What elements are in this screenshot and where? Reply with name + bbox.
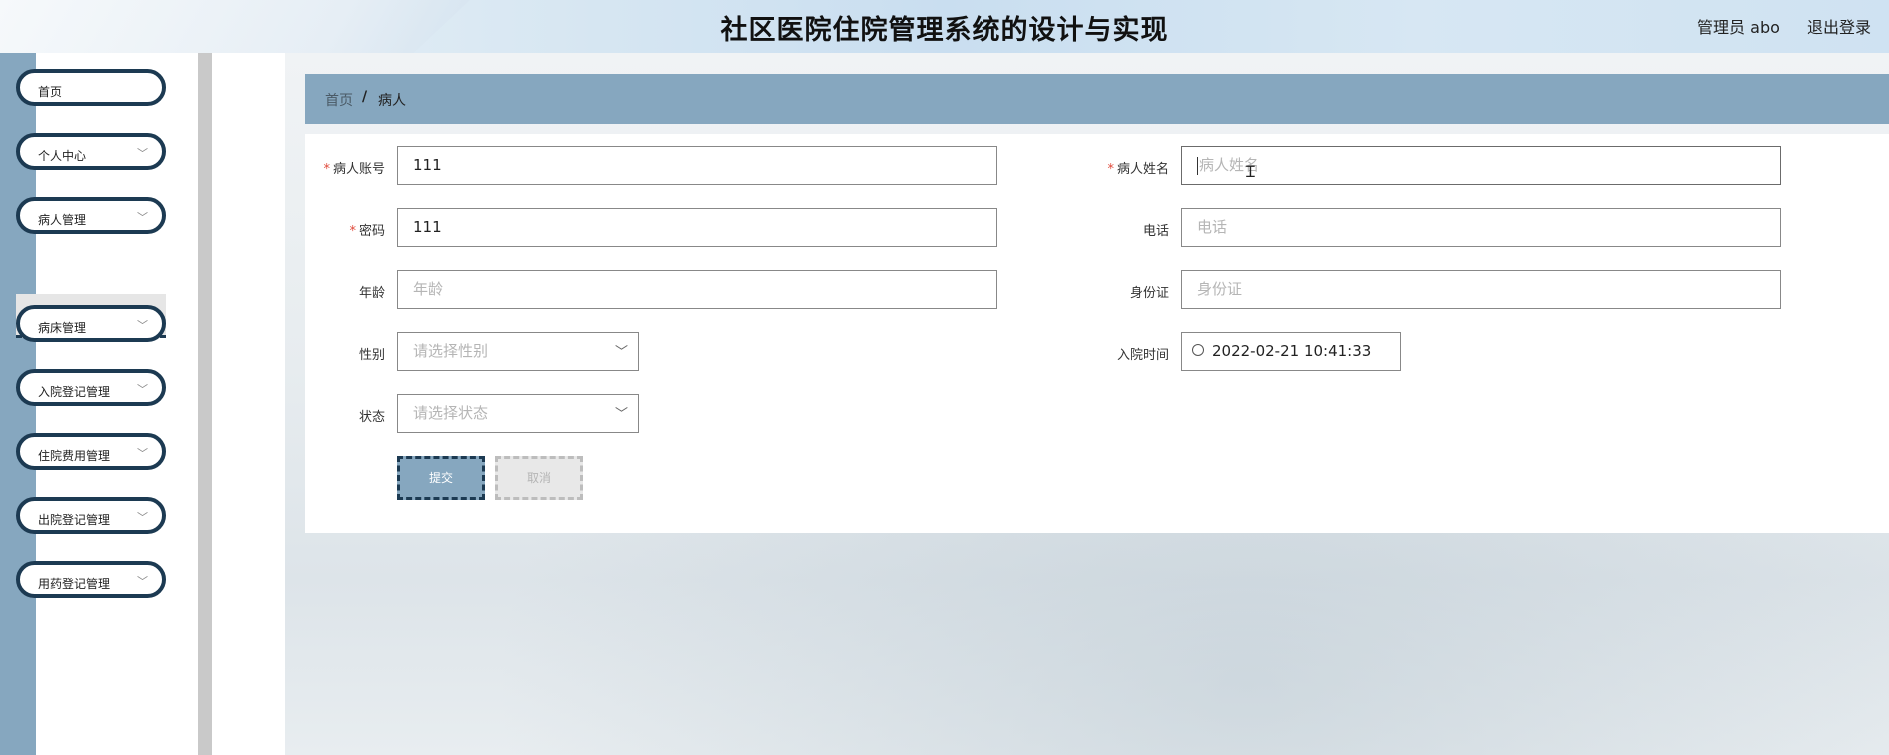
idcard-label: 身份证: [1129, 286, 1169, 301]
cancel-button[interactable]: 取消: [495, 456, 583, 500]
status-placeholder: 请选择状态: [413, 404, 489, 422]
sidebar: 首页 个人中心 ﹀ 病人管理 ﹀ 病人 病床管理 ﹀ 入院登记管理 ﹀ 住院费用…: [0, 53, 212, 755]
sidebar-item-label: 病床管理: [38, 321, 87, 335]
phone-input[interactable]: 电话: [1181, 208, 1781, 247]
submit-button[interactable]: 提交: [397, 456, 485, 500]
sidebar-item-medication[interactable]: 用药登记管理 ﹀: [16, 561, 166, 598]
admission-time-label: 入院时间: [1116, 348, 1169, 363]
gender-label: 性别: [358, 348, 385, 363]
logout-button[interactable]: 退出登录: [1807, 18, 1871, 37]
sidebar-item-discharge[interactable]: 出院登记管理 ﹀: [16, 497, 166, 534]
status-select[interactable]: 请选择状态 ﹀: [397, 394, 639, 433]
current-user: 管理员 abo: [1697, 18, 1780, 37]
page-title: 社区医院住院管理系统的设计与实现: [720, 15, 1169, 46]
admission-time-picker[interactable]: 2022-02-21 10:41:33: [1181, 332, 1401, 371]
breadcrumb-home[interactable]: 首页: [325, 90, 353, 110]
chevron-down-icon: ﹀: [137, 447, 148, 460]
age-input[interactable]: 年龄: [397, 270, 997, 309]
sidebar-item-admission[interactable]: 入院登记管理 ﹀: [16, 369, 166, 406]
sidebar-item-label: 出院登记管理: [38, 513, 111, 527]
sidebar-item-bed-management[interactable]: 病床管理 ﹀: [16, 305, 166, 342]
sidebar-item-personal-center[interactable]: 个人中心 ﹀: [16, 133, 166, 170]
sidebar-item-home[interactable]: 首页: [16, 69, 166, 106]
account-input[interactable]: 111: [397, 146, 997, 185]
gender-select[interactable]: 请选择性别 ﹀: [397, 332, 639, 371]
sidebar-divider: [198, 53, 212, 755]
status-label: 状态: [358, 410, 385, 425]
chevron-down-icon: ﹀: [137, 319, 148, 332]
chevron-down-icon: ﹀: [137, 211, 148, 224]
sidebar-item-patient-management[interactable]: 病人管理 ﹀: [16, 197, 166, 234]
sidebar-item-label: 住院费用管理: [38, 449, 111, 463]
phone-label: 电话: [1142, 224, 1169, 239]
chevron-down-icon: ﹀: [137, 147, 148, 160]
breadcrumb-current: 病人: [378, 93, 406, 109]
sidebar-item-label: 用药登记管理: [38, 577, 111, 591]
chevron-down-icon: ﹀: [614, 345, 628, 360]
sidebar-item-label: 病人管理: [38, 213, 87, 227]
app-header: 社区医院住院管理系统的设计与实现 管理员 abo 退出登录: [0, 0, 1889, 53]
clock-icon: [1192, 344, 1204, 356]
text-caret: [1197, 156, 1198, 175]
sidebar-item-label: 个人中心: [38, 149, 87, 163]
gender-placeholder: 请选择性别: [413, 342, 489, 360]
password-label: * 密码: [349, 224, 385, 239]
admission-time-value: 2022-02-21 10:41:33: [1212, 342, 1372, 360]
name-label: * 病人姓名: [1107, 162, 1169, 177]
password-input[interactable]: 111: [397, 208, 997, 247]
ibeam-cursor-icon: Ɪ: [1246, 162, 1255, 181]
sidebar-item-label: 入院登记管理: [38, 385, 111, 399]
header-user-area: 管理员 abo 退出登录: [1675, 14, 1871, 38]
chevron-down-icon: ﹀: [614, 407, 628, 422]
name-input[interactable]: 病人姓名: [1181, 146, 1781, 185]
idcard-input[interactable]: 身份证: [1181, 270, 1781, 309]
chevron-down-icon: ﹀: [137, 383, 148, 396]
breadcrumb-separator: /: [362, 89, 368, 105]
breadcrumb: 首页 / 病人: [305, 74, 1889, 124]
age-label: 年龄: [358, 286, 385, 301]
sidebar-item-label: 首页: [38, 85, 63, 99]
sidebar-item-fees[interactable]: 住院费用管理 ﹀: [16, 433, 166, 470]
chevron-down-icon: ﹀: [137, 575, 148, 588]
account-label: * 病人账号: [323, 162, 385, 177]
chevron-down-icon: ﹀: [137, 511, 148, 524]
